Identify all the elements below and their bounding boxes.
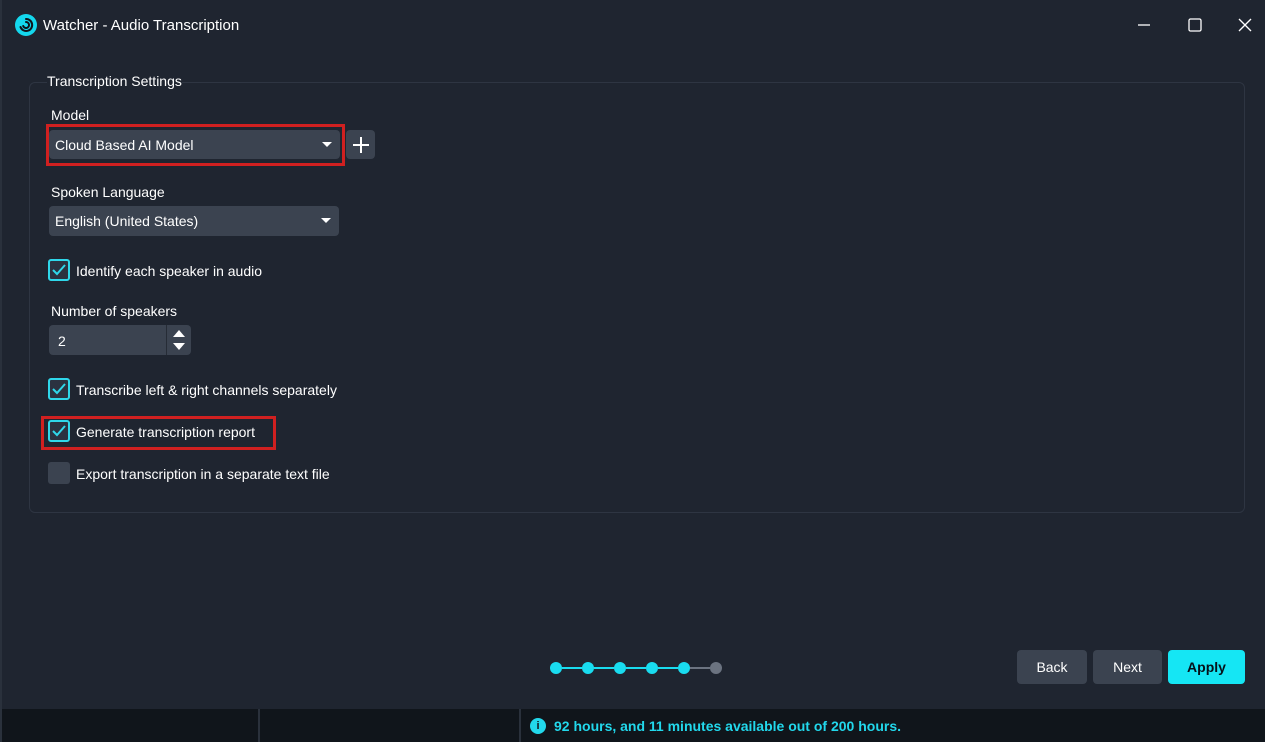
status-divider: [258, 709, 260, 742]
separate-channels-label: Transcribe left & right channels separat…: [76, 382, 337, 398]
stepper-step-dot: [646, 662, 658, 674]
separate-channels-option[interactable]: Transcribe left & right channels separat…: [48, 378, 368, 402]
minimize-icon: [1138, 24, 1150, 26]
speakers-value[interactable]: 2: [58, 333, 66, 349]
next-button[interactable]: Next: [1093, 650, 1162, 684]
watcher-logo-icon: [15, 14, 37, 36]
stepper-connector: [658, 667, 678, 669]
wizard-progress-stepper: [550, 661, 725, 675]
checkmark-icon: [52, 425, 66, 437]
chevron-down-icon: [321, 218, 331, 223]
decrement-arrow-icon[interactable]: [173, 343, 185, 350]
model-select-value: Cloud Based AI Model: [55, 137, 194, 153]
stepper-step-dot: [582, 662, 594, 674]
add-model-button[interactable]: [346, 130, 375, 159]
stepper-connector: [690, 667, 710, 669]
export-text-option[interactable]: Export transcription in a separate text …: [48, 462, 368, 486]
info-icon: i: [530, 718, 546, 734]
minimize-button[interactable]: [1122, 8, 1166, 42]
stepper-connector: [626, 667, 646, 669]
model-select[interactable]: Cloud Based AI Model: [49, 130, 340, 159]
generate-report-checkbox[interactable]: [48, 420, 70, 442]
speakers-stepper: [166, 325, 191, 355]
close-icon: [1238, 18, 1252, 32]
stepper-step-dot: [678, 662, 690, 674]
identify-speakers-option[interactable]: Identify each speaker in audio: [48, 259, 308, 283]
language-select[interactable]: English (United States): [49, 206, 339, 236]
stepper-step-dot: [614, 662, 626, 674]
window-title: Watcher - Audio Transcription: [43, 17, 240, 34]
checkmark-icon: [52, 383, 66, 395]
status-bar: i 92 hours, and 11 minutes available out…: [2, 709, 1265, 742]
generate-report-label: Generate transcription report: [76, 424, 255, 440]
chevron-down-icon: [322, 142, 332, 147]
identify-speakers-label: Identify each speaker in audio: [76, 263, 263, 279]
speakers-label: Number of speakers: [51, 303, 178, 319]
stepper-step-dot: [550, 662, 562, 674]
plus-icon: [352, 136, 369, 153]
status-divider: [519, 709, 521, 742]
identify-speakers-checkbox[interactable]: [48, 259, 70, 281]
increment-arrow-icon[interactable]: [173, 330, 185, 337]
stepper-connector: [594, 667, 614, 669]
close-button[interactable]: [1223, 8, 1265, 42]
language-select-value: English (United States): [55, 213, 199, 229]
model-label: Model: [51, 107, 90, 123]
generate-report-option[interactable]: Generate transcription report: [48, 420, 273, 444]
stepper-step-dot: [710, 662, 722, 674]
app-window: Watcher - Audio Transcription Transcript…: [0, 0, 1265, 742]
back-button[interactable]: Back: [1017, 650, 1087, 684]
group-title: Transcription Settings: [47, 73, 182, 89]
maximize-icon: [1188, 18, 1202, 32]
export-text-label: Export transcription in a separate text …: [76, 466, 330, 482]
stepper-connector: [562, 667, 582, 669]
separate-channels-checkbox[interactable]: [48, 378, 70, 400]
language-label: Spoken Language: [51, 184, 165, 200]
title-bar: Watcher - Audio Transcription: [2, 0, 1265, 52]
maximize-button[interactable]: [1173, 8, 1217, 42]
usage-status-text: 92 hours, and 11 minutes available out o…: [554, 718, 901, 734]
speakers-spinbox[interactable]: 2: [49, 325, 191, 355]
checkmark-icon: [52, 264, 66, 276]
export-text-checkbox[interactable]: [48, 462, 70, 484]
apply-button[interactable]: Apply: [1168, 650, 1245, 684]
